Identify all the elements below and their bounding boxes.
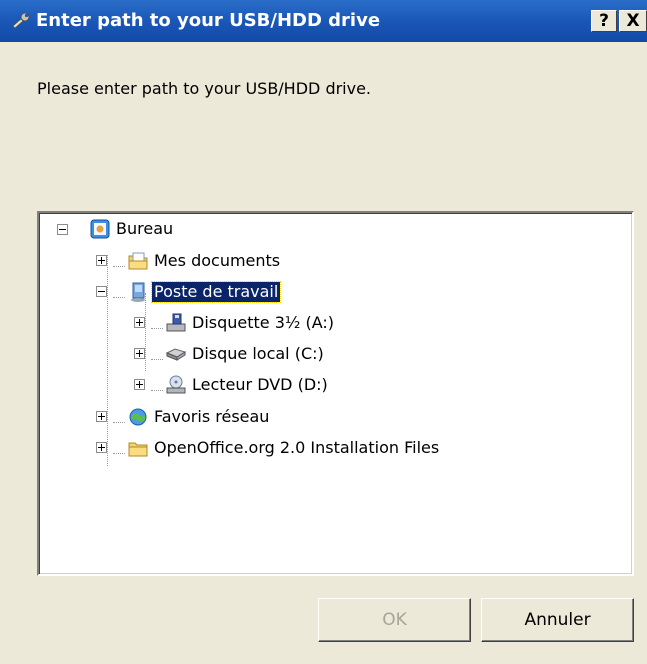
network-places-icon xyxy=(129,408,147,426)
tree-item-disquette[interactable]: Disquette 3½ (A:) xyxy=(190,313,336,333)
expand-toggle-favoris-reseau[interactable] xyxy=(96,411,107,422)
tree-item-mes-documents[interactable]: Mes documents xyxy=(152,251,282,271)
documents-folder-icon xyxy=(128,252,148,270)
folder-icon xyxy=(128,442,148,457)
computer-icon xyxy=(131,282,145,302)
wrench-icon xyxy=(12,12,30,29)
tree-item-disque-local[interactable]: Disque local (C:) xyxy=(190,344,326,364)
dvd-drive-icon xyxy=(166,375,186,394)
desktop-icon xyxy=(90,219,110,239)
tree-item-poste-de-travail[interactable]: Poste de travail xyxy=(150,281,282,303)
expand-toggle-mes-documents[interactable] xyxy=(96,255,107,266)
expand-toggle-openoffice[interactable] xyxy=(96,442,107,453)
close-button[interactable]: X xyxy=(619,10,647,32)
hard-drive-icon xyxy=(165,348,187,361)
tree-item-bureau[interactable]: Bureau xyxy=(114,219,175,239)
tree-item-openoffice[interactable]: OpenOffice.org 2.0 Installation Files xyxy=(152,438,441,458)
prompt-text: Please enter path to your USB/HDD drive. xyxy=(37,79,372,98)
help-button[interactable]: ? xyxy=(591,10,617,32)
ok-button[interactable]: OK xyxy=(318,598,471,642)
collapse-toggle-bureau[interactable] xyxy=(57,224,68,235)
floppy-drive-icon xyxy=(166,313,186,332)
collapse-toggle-poste-de-travail[interactable] xyxy=(96,286,107,297)
expand-toggle-lecteur-dvd[interactable] xyxy=(134,379,145,390)
title-bar[interactable]: Enter path to your USB/HDD drive ? X xyxy=(0,0,647,42)
cancel-button[interactable]: Annuler xyxy=(481,598,634,642)
folder-tree[interactable]: Bureau Mes documents Poste de travail Di… xyxy=(37,211,634,576)
tree-item-lecteur-dvd[interactable]: Lecteur DVD (D:) xyxy=(190,375,330,395)
tree-item-favoris-reseau[interactable]: Favoris réseau xyxy=(152,407,271,427)
expand-toggle-disque-local[interactable] xyxy=(134,348,145,359)
window-title: Enter path to your USB/HDD drive xyxy=(36,10,381,31)
expand-toggle-disquette[interactable] xyxy=(134,317,145,328)
